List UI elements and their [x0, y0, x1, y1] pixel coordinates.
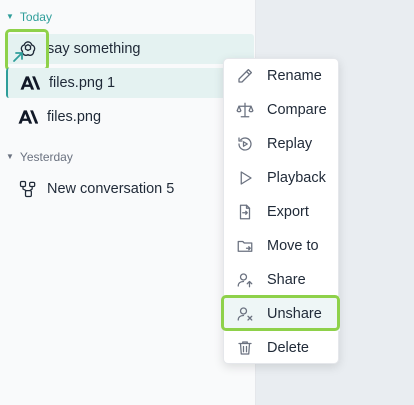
folder-icon: [236, 237, 254, 255]
menu-item-delete[interactable]: Delete: [224, 331, 340, 365]
menu-item-share[interactable]: Share: [224, 263, 340, 297]
conversation-title: files.png: [47, 109, 102, 125]
menu-item-label: Replay: [267, 136, 313, 152]
conversation-item-new-conversation-5[interactable]: New conversation 5: [6, 174, 254, 204]
export-icon: [236, 203, 254, 221]
share-user-icon: [236, 271, 254, 289]
chevron-down-icon: ▼: [6, 12, 14, 21]
arrow-up-right-icon: [13, 52, 23, 62]
conversation-item-files-png-1[interactable]: files.png 1: [6, 68, 254, 98]
menu-item-move-to[interactable]: Move to: [224, 229, 340, 263]
anthropic-icon: [18, 71, 42, 95]
anthropic-icon: [16, 105, 40, 129]
menu-item-label: Move to: [267, 238, 319, 254]
replay-icon: [236, 135, 254, 153]
menu-item-label: Share: [267, 272, 306, 288]
group-header-today[interactable]: ▼ Today: [6, 10, 52, 24]
menu-item-label: Export: [267, 204, 309, 220]
icon-highlight-box: [5, 29, 49, 71]
multi-model-icon: [16, 177, 40, 201]
menu-item-label: Rename: [267, 68, 322, 84]
menu-item-replay[interactable]: Replay: [224, 127, 340, 161]
menu-item-label: Delete: [267, 340, 309, 356]
menu-item-export[interactable]: Export: [224, 195, 340, 229]
conversation-title: files.png 1: [49, 75, 116, 91]
pencil-icon: [236, 67, 254, 85]
menu-item-rename[interactable]: Rename: [224, 59, 340, 93]
menu-item-label: Playback: [267, 170, 326, 186]
scale-icon: [236, 101, 254, 119]
group-label: Yesterday: [19, 150, 73, 164]
group-label: Today: [19, 10, 52, 24]
conversation-sidebar: ▼ Today say something files.png 1 files.…: [0, 0, 256, 405]
unshare-highlight-box: [221, 295, 340, 331]
menu-item-label: Compare: [267, 102, 327, 118]
conversation-title: New conversation 5: [47, 181, 175, 197]
group-header-yesterday[interactable]: ▼ Yesterday: [6, 150, 73, 164]
conversation-title: say something: [47, 41, 141, 57]
conversation-item-files-png[interactable]: files.png: [6, 102, 254, 132]
play-icon: [236, 169, 254, 187]
trash-icon: [236, 339, 254, 357]
menu-item-playback[interactable]: Playback: [224, 161, 340, 195]
menu-item-compare[interactable]: Compare: [224, 93, 340, 127]
chevron-down-icon: ▼: [6, 152, 14, 161]
